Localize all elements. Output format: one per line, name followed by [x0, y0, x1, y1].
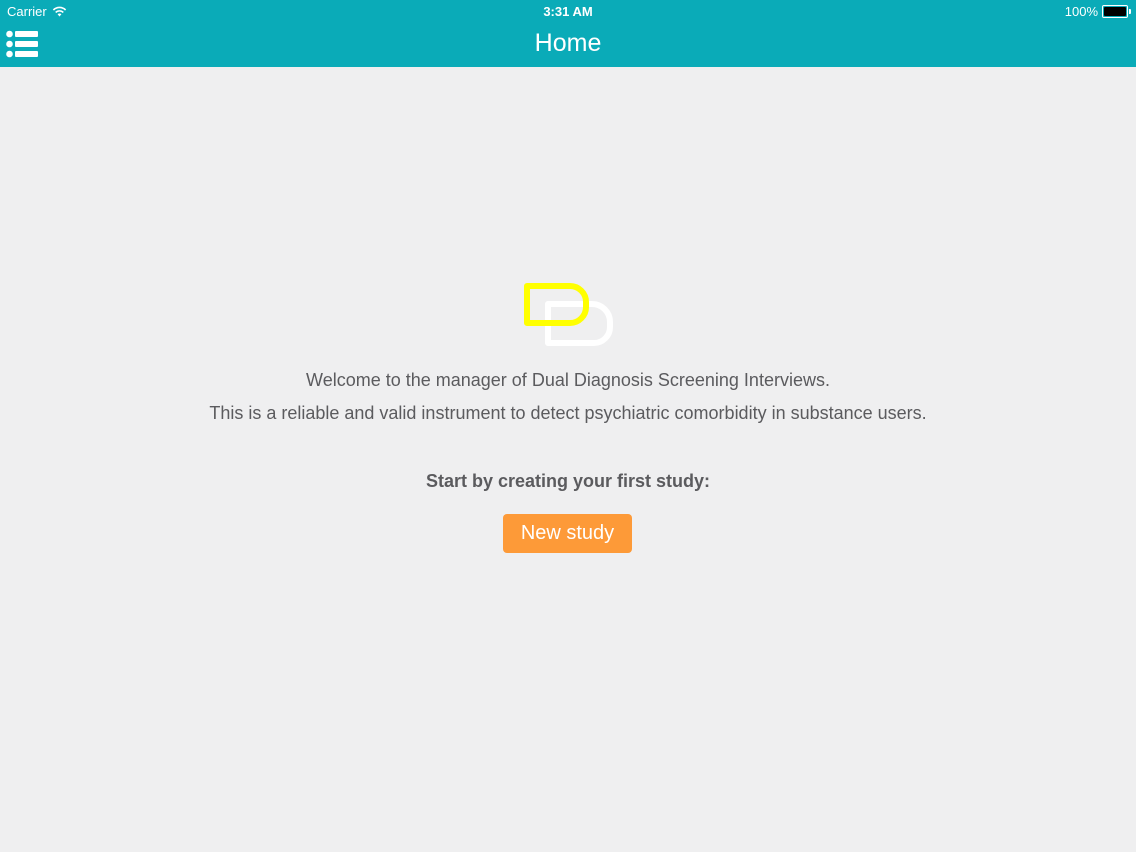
top-bar: Carrier 3:31 AM 100% Home: [0, 0, 1136, 67]
page-title: Home: [534, 29, 602, 57]
status-bar: Carrier 3:31 AM 100%: [0, 0, 1136, 22]
app-logo: [524, 283, 613, 346]
main-content: Welcome to the manager of Dual Diagnosis…: [0, 67, 1136, 852]
new-study-button[interactable]: New study: [503, 514, 632, 553]
battery-icon: [1102, 5, 1131, 18]
welcome-text-line-1: Welcome to the manager of Dual Diagnosis…: [306, 370, 830, 390]
status-right: 100%: [1064, 4, 1131, 19]
battery-percentage: 100%: [1064, 4, 1098, 19]
list-icon: [6, 30, 38, 58]
navigation-bar: Home: [0, 22, 1136, 67]
start-study-heading: Start by creating your first study:: [425, 471, 711, 491]
status-time: 3:31 AM: [543, 4, 593, 19]
welcome-text-line-2: This is a reliable and valid instrument …: [209, 403, 927, 423]
menu-button[interactable]: [6, 30, 40, 60]
